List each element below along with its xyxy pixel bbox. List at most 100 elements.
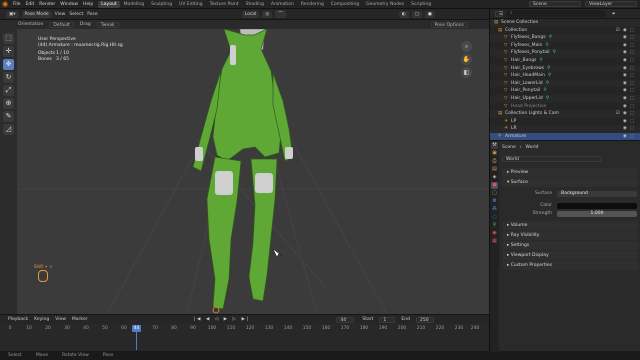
select-box-tool-icon[interactable]: ⬚: [3, 33, 14, 44]
cursor-tool-icon[interactable]: ✛: [3, 46, 14, 57]
outliner-row[interactable]: ▽ Hair_Eyebrows ⚲ ◉⬚: [490, 64, 640, 73]
visibility-toggles[interactable]: ◉⬚: [623, 42, 637, 50]
current-frame-field[interactable]: 44: [336, 316, 355, 323]
outliner-row[interactable]: ▤ Collection ☑◉⬚: [490, 27, 640, 35]
menu-pose[interactable]: Pose: [87, 12, 97, 17]
workspace-tab-scripting[interactable]: Scripting: [408, 1, 434, 8]
output-tab-icon[interactable]: ⎙: [491, 158, 498, 165]
playback-controls[interactable]: |◀ ◀ ◁ ▶ ▷ ▶|: [193, 317, 250, 322]
view-layer-tab-icon[interactable]: ▤: [491, 166, 498, 173]
surface-shader-field[interactable]: Background: [557, 191, 637, 197]
color-swatch[interactable]: [557, 203, 637, 209]
menu-marker[interactable]: Marker: [72, 317, 88, 322]
outliner-search-input[interactable]: ⌕: [506, 10, 606, 17]
rotate-tool-icon[interactable]: ↻: [3, 72, 14, 83]
outliner-row[interactable]: ▽ Flyfexes_Bangs ⚲ ◉⬚: [490, 34, 640, 42]
workspace-tab-layout[interactable]: Layout: [98, 0, 120, 8]
workspace-tab-uv-editing[interactable]: UV Editing: [176, 1, 205, 8]
filter-icon[interactable]: ⏷: [612, 11, 616, 17]
visibility-toggles[interactable]: ◉⬚: [623, 34, 637, 42]
visibility-toggles[interactable]: ◉⬚: [623, 57, 637, 65]
measure-tool-icon[interactable]: ◿: [3, 124, 14, 135]
panel-ray-visibility[interactable]: ▸ Ray Visibility: [502, 231, 638, 240]
outliner-row[interactable]: ▽ Hair_HeadMain ⚲ ◉⬚: [490, 72, 640, 80]
camera-view-icon[interactable]: ◧: [461, 67, 472, 78]
visibility-toggles[interactable]: ☑◉⬚: [616, 27, 637, 35]
shading-solid-icon[interactable]: ●: [424, 10, 435, 18]
panel-settings[interactable]: ▸ Settings: [502, 241, 638, 250]
panel-viewport-display[interactable]: ▸ Viewport Display: [502, 251, 638, 260]
view-layer-selector[interactable]: ViewLayer: [585, 1, 637, 7]
outliner-row[interactable]: ▽ Flyfexes_Main ⚲ ◉⬚: [490, 42, 640, 50]
visibility-toggles[interactable]: ◉⬚: [623, 65, 637, 73]
menu-window[interactable]: Window: [60, 2, 78, 7]
pan-hand-icon[interactable]: ✋: [461, 54, 472, 65]
modifier-tab-icon[interactable]: ⚙: [491, 198, 498, 205]
workspace-tab-modeling[interactable]: Modeling: [121, 1, 147, 8]
menu-keying[interactable]: Keying: [34, 317, 49, 322]
menu-view[interactable]: View: [55, 12, 66, 17]
strength-field[interactable]: 1.000: [557, 211, 637, 217]
panel-surface[interactable]: ▾ Surface: [502, 178, 638, 187]
mode-dropdown[interactable]: Pose Mode: [21, 10, 52, 18]
panel-custom-properties[interactable]: ▸ Custom Properties: [502, 261, 638, 270]
menu-render[interactable]: Render: [39, 2, 55, 7]
visibility-toggles[interactable]: ☑◉⬚: [616, 110, 637, 118]
visibility-toggles[interactable]: ◉⬚: [623, 87, 637, 95]
outliner-row[interactable]: ▽ Head Projection ◉⬚: [490, 103, 640, 111]
menu-help[interactable]: Help: [83, 2, 93, 7]
physics-tab-icon[interactable]: ◌: [491, 214, 498, 221]
texture-tab-icon[interactable]: ▦: [491, 238, 498, 245]
world-tab-icon[interactable]: ●: [491, 182, 498, 189]
playhead[interactable]: [136, 332, 137, 350]
visibility-toggles[interactable]: ◉⬚: [623, 72, 637, 80]
end-frame-field[interactable]: 250: [415, 316, 434, 323]
annotate-tool-icon[interactable]: ✎: [3, 111, 14, 122]
outliner-row[interactable]: ▤ Collection Lights & Cam ☑◉⬚: [490, 110, 640, 118]
blender-logo-icon[interactable]: ◉: [2, 0, 10, 8]
panel-preview[interactable]: ▸ Preview: [502, 168, 638, 177]
zoom-icon[interactable]: ⌕: [461, 41, 472, 52]
outliner-row[interactable]: ▽ Hair_Ponytail ⚲ ◉⬚: [490, 87, 640, 95]
tool-tab-icon[interactable]: ⚒: [491, 142, 498, 149]
move-tool-icon[interactable]: ✥: [3, 59, 14, 70]
menu-file[interactable]: File: [13, 2, 21, 7]
scene-tab-icon[interactable]: ◈: [491, 174, 498, 181]
orientation-dropdown[interactable]: Default: [49, 21, 74, 28]
visibility-toggles[interactable]: ◉⬚: [623, 125, 637, 133]
navigation-gizmo[interactable]: ⌕ ✋ ◧: [461, 41, 489, 87]
editor-type-dropdown[interactable]: ▣▾: [6, 10, 19, 18]
visibility-toggles[interactable]: ◉⬚: [623, 49, 637, 57]
outliner-row[interactable]: ▤ Scene Collection: [490, 19, 640, 27]
outliner-row[interactable]: ☀ LP ◉⬚: [490, 118, 640, 126]
workspace-tab-shading[interactable]: Shading: [243, 1, 267, 8]
visibility-toggles[interactable]: ◉⬚: [623, 95, 637, 103]
visibility-toggles[interactable]: ◉⬚: [623, 103, 637, 111]
world-name-field[interactable]: World: [502, 156, 602, 162]
data-tab-icon[interactable]: ⚲: [491, 222, 498, 229]
snap-icon[interactable]: ⌒: [275, 10, 286, 18]
object-tab-icon[interactable]: ▢: [491, 190, 498, 197]
visibility-toggles[interactable]: ◉⬚: [623, 118, 637, 126]
workspace-tab-sculpting[interactable]: Sculpting: [148, 1, 175, 8]
scale-tool-icon[interactable]: ⤢: [3, 85, 14, 96]
overlay-icon[interactable]: ◐: [398, 10, 409, 18]
pivot-icon[interactable]: ◎: [262, 10, 273, 18]
outliner-row[interactable]: ▽ Flyfexes_Ponytail ⚲ ◉⬚: [490, 49, 640, 57]
3d-viewport[interactable]: ⌕ ✋ ◧: [17, 29, 489, 314]
transform-tool-icon[interactable]: ⊕: [3, 98, 14, 109]
outliner-row[interactable]: ▽ Hair_LowerLid ⚲ ◉⬚: [490, 79, 640, 88]
menu-playback[interactable]: Playback: [8, 317, 28, 322]
workspace-tab-rendering[interactable]: Rendering: [298, 1, 327, 8]
menu-edit[interactable]: Edit: [26, 2, 35, 7]
workspace-tab-texture-paint[interactable]: Texture Paint: [207, 1, 242, 8]
visibility-toggles[interactable]: ◉⬚: [623, 80, 637, 88]
workspace-tab-animation[interactable]: Animation: [268, 1, 297, 8]
outliner-display-mode-icon[interactable]: ☰: [495, 10, 503, 17]
workspace-tab-compositing[interactable]: Compositing: [328, 1, 362, 8]
transform-orientation-dropdown[interactable]: Local: [241, 10, 260, 18]
panel-volume[interactable]: ▸ Volume: [502, 221, 638, 230]
menu-view-timeline[interactable]: View: [55, 317, 66, 322]
drag-dropdown[interactable]: Tweak: [96, 21, 119, 28]
xray-icon[interactable]: ▢: [411, 10, 422, 18]
